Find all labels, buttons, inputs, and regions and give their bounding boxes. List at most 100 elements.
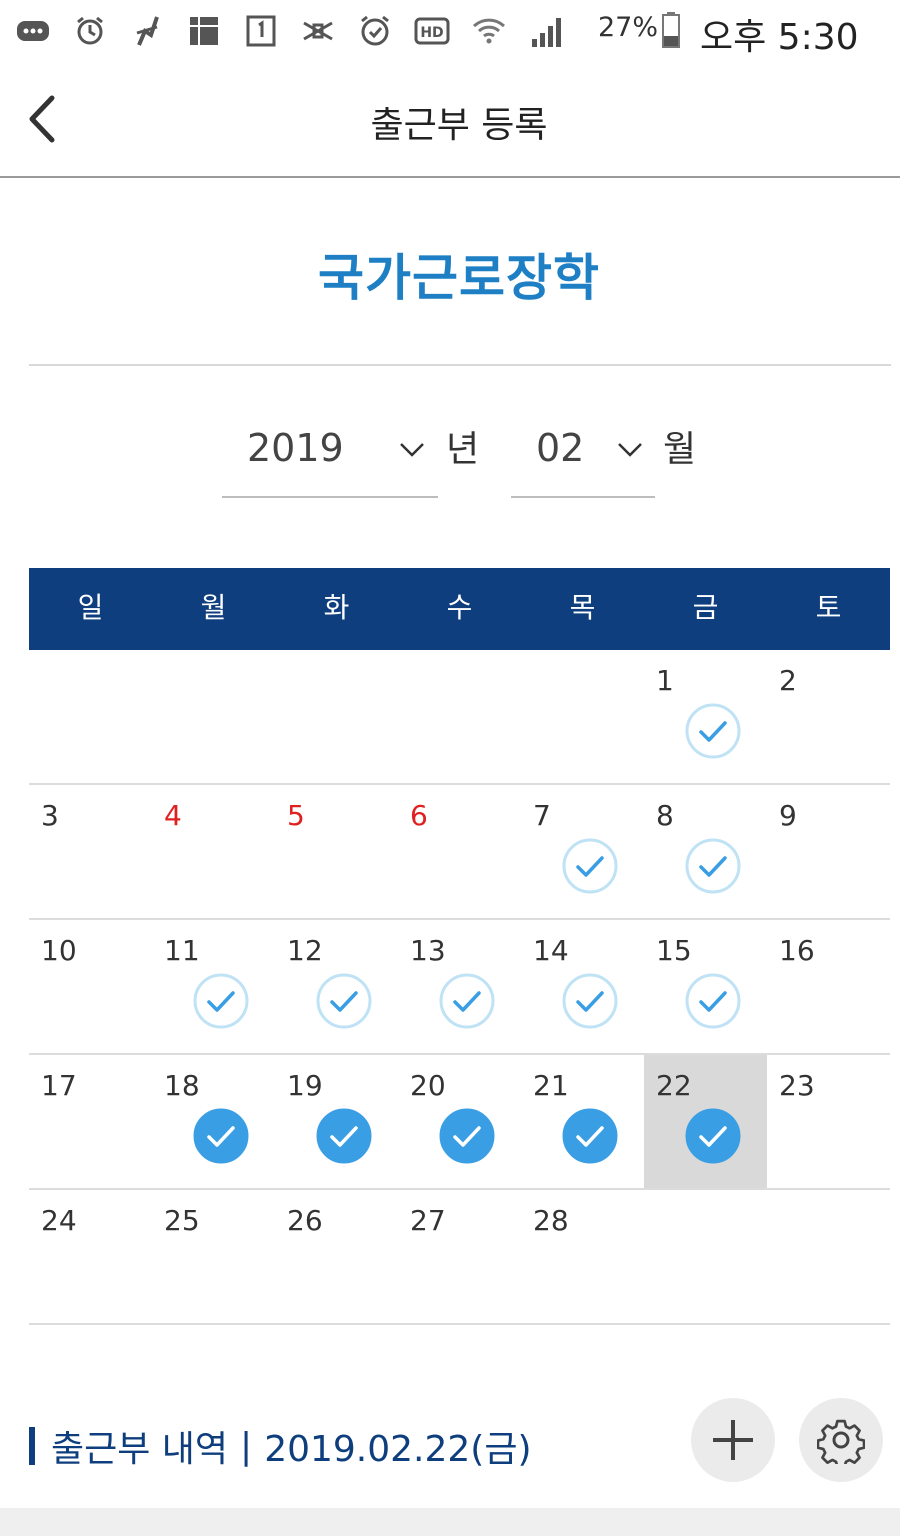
day-cell-15[interactable]: 15 xyxy=(644,920,767,1053)
day-number: 18 xyxy=(164,1069,200,1102)
day-number: 11 xyxy=(164,934,200,967)
day-cell-9[interactable]: 9 xyxy=(767,785,890,918)
calendar-grid: 1 2 3 4 5 6 7 8 9 10 11 12 13 14 15 16 17 18 19 20 21 22 23 24 2… xyxy=(29,650,890,1325)
weekday-fri: 금 xyxy=(692,591,719,624)
empty-day-cell xyxy=(29,650,152,783)
day-cell-12[interactable]: 12 xyxy=(275,920,398,1053)
day-number: 3 xyxy=(41,799,59,832)
day-cell-5[interactable]: 5 xyxy=(275,785,398,918)
day-cell-18[interactable]: 18 xyxy=(152,1055,275,1188)
day-cell-20[interactable]: 20 xyxy=(398,1055,521,1188)
empty-day-cell xyxy=(767,1190,890,1323)
day-number: 17 xyxy=(41,1069,77,1102)
calendar-week: 3 4 5 6 7 8 9 xyxy=(29,785,890,920)
day-number: 15 xyxy=(656,934,692,967)
day-number: 26 xyxy=(287,1204,323,1237)
calendar-icon xyxy=(242,12,280,50)
history-separator: | xyxy=(240,1425,253,1467)
day-cell-23[interactable]: 23 xyxy=(767,1055,890,1188)
grid-icon xyxy=(185,12,223,50)
battery-percent: 27% xyxy=(598,12,659,43)
day-cell-10[interactable]: 10 xyxy=(29,920,152,1053)
app-icon xyxy=(128,12,166,50)
mute-icon xyxy=(299,12,337,50)
day-number: 2 xyxy=(779,664,797,697)
day-cell-26[interactable]: 26 xyxy=(275,1190,398,1323)
chevron-down-icon xyxy=(618,443,642,457)
attendance-check-icon xyxy=(315,972,373,1030)
day-cell-7[interactable]: 7 xyxy=(521,785,644,918)
day-cell-14[interactable]: 14 xyxy=(521,920,644,1053)
alarm-icon xyxy=(71,12,109,50)
day-cell-4[interactable]: 4 xyxy=(152,785,275,918)
weekday-thu: 목 xyxy=(569,591,596,624)
attendance-check-icon xyxy=(438,1107,496,1165)
day-number: 13 xyxy=(410,934,446,967)
attendance-check-icon xyxy=(561,972,619,1030)
day-number: 21 xyxy=(533,1069,569,1102)
day-cell-25[interactable]: 25 xyxy=(152,1190,275,1323)
message-icon xyxy=(14,12,52,50)
empty-day-cell xyxy=(152,650,275,783)
month-value: 02 xyxy=(536,426,585,470)
day-cell-22[interactable]: 22 xyxy=(644,1055,767,1188)
battery-icon xyxy=(662,12,680,48)
empty-day-cell xyxy=(275,650,398,783)
day-number: 6 xyxy=(410,799,428,832)
history-date: 2019.02.22(금) xyxy=(264,1429,532,1470)
day-cell-27[interactable]: 27 xyxy=(398,1190,521,1323)
page-title: 출근부 등록 xyxy=(370,105,548,146)
attendance-check-icon xyxy=(315,1107,373,1165)
attendance-check-icon xyxy=(561,1107,619,1165)
day-cell-24[interactable]: 24 xyxy=(29,1190,152,1323)
attendance-check-icon xyxy=(684,1107,742,1165)
app-bar: 출근부 등록 xyxy=(0,62,900,178)
month-select[interactable]: 02 xyxy=(511,410,655,498)
day-cell-1[interactable]: 1 xyxy=(644,650,767,783)
svg-text:HD: HD xyxy=(420,25,443,41)
day-number: 10 xyxy=(41,934,77,967)
add-button[interactable] xyxy=(691,1398,775,1482)
program-title: 국가근로장학 xyxy=(318,249,600,307)
empty-day-cell xyxy=(644,1190,767,1323)
day-number: 4 xyxy=(164,799,182,832)
day-number: 28 xyxy=(533,1204,569,1237)
empty-day-cell xyxy=(398,650,521,783)
day-cell-17[interactable]: 17 xyxy=(29,1055,152,1188)
weekday-mon: 월 xyxy=(200,591,227,624)
day-number: 12 xyxy=(287,934,323,967)
day-cell-21[interactable]: 21 xyxy=(521,1055,644,1188)
gear-icon xyxy=(817,1419,865,1464)
day-cell-11[interactable]: 11 xyxy=(152,920,275,1053)
day-number: 25 xyxy=(164,1204,200,1237)
day-cell-2[interactable]: 2 xyxy=(767,650,890,783)
weekday-wed: 수 xyxy=(446,591,473,624)
day-cell-13[interactable]: 13 xyxy=(398,920,521,1053)
day-cell-16[interactable]: 16 xyxy=(767,920,890,1053)
status-icons: HD xyxy=(14,10,584,52)
day-number: 24 xyxy=(41,1204,77,1237)
attendance-check-icon xyxy=(192,1107,250,1165)
attendance-check-icon xyxy=(684,972,742,1030)
year-select[interactable]: 2019 xyxy=(222,410,438,498)
day-cell-6[interactable]: 6 xyxy=(398,785,521,918)
chevron-down-icon xyxy=(400,443,424,457)
signal-icon xyxy=(527,12,565,50)
day-cell-3[interactable]: 3 xyxy=(29,785,152,918)
day-cell-28[interactable]: 28 xyxy=(521,1190,644,1323)
weekday-tue: 화 xyxy=(323,591,350,624)
hd-icon: HD xyxy=(413,12,451,50)
attendance-check-icon xyxy=(192,972,250,1030)
day-number: 7 xyxy=(533,799,551,832)
divider xyxy=(29,364,891,366)
day-cell-8[interactable]: 8 xyxy=(644,785,767,918)
day-number: 9 xyxy=(779,799,797,832)
settings-button[interactable] xyxy=(799,1398,883,1482)
attendance-check-icon xyxy=(438,972,496,1030)
day-cell-19[interactable]: 19 xyxy=(275,1055,398,1188)
month-unit: 월 xyxy=(663,429,697,470)
wifi-icon xyxy=(470,12,508,50)
day-number: 23 xyxy=(779,1069,815,1102)
day-number: 5 xyxy=(287,799,305,832)
year-unit: 년 xyxy=(446,429,480,470)
